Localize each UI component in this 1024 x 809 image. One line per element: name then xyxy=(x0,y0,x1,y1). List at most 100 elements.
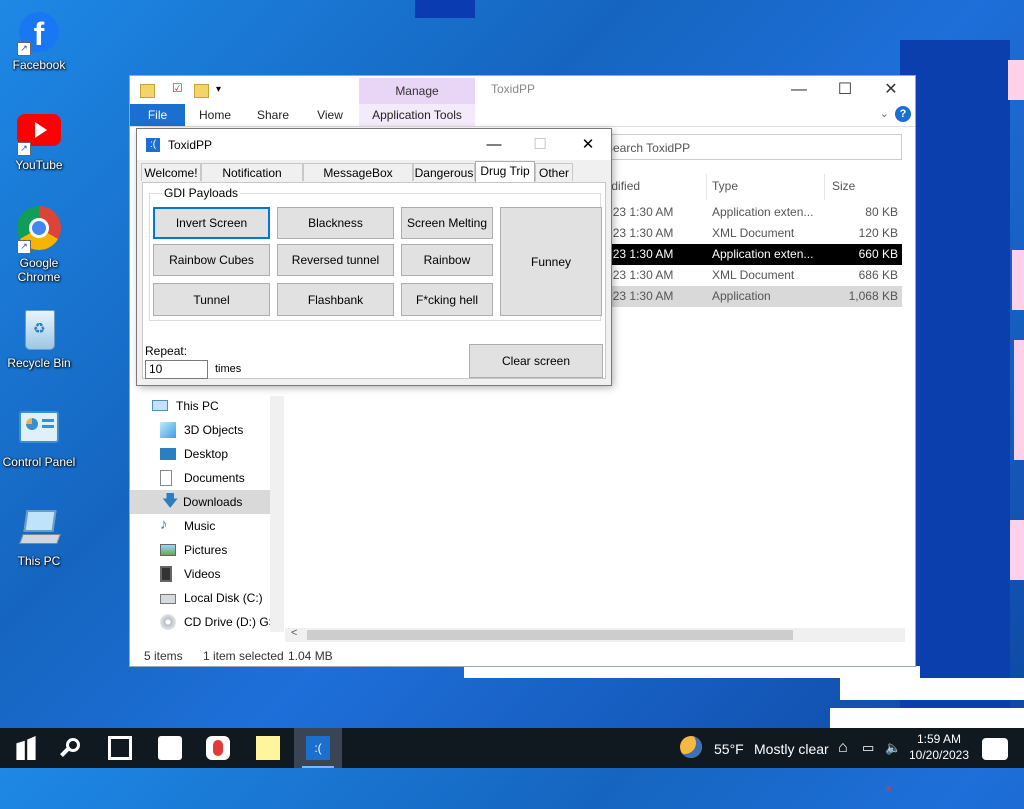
column-divider[interactable] xyxy=(706,174,707,200)
search-icon[interactable] xyxy=(60,736,84,760)
app-taskbar-icon[interactable] xyxy=(206,736,230,760)
music-icon: ♪ xyxy=(160,516,168,533)
tab-home[interactable]: Home xyxy=(190,104,240,126)
quick-access-toolbar: ☑ ▾ Manage ToxidPP — ☐ ✕ xyxy=(130,76,915,104)
desktop-icon-facebook[interactable]: f ↗ Facebook xyxy=(2,8,76,72)
desktop-icon-label: This PC xyxy=(17,554,61,568)
file-size: 80 KB xyxy=(865,205,898,219)
nav-item-music[interactable]: ♪ Music xyxy=(160,514,270,538)
file-type: XML Document xyxy=(712,268,795,282)
task-view-icon[interactable] xyxy=(108,736,132,760)
nav-item-3d-objects[interactable]: 3D Objects xyxy=(160,418,270,442)
manage-context-tab[interactable]: Manage xyxy=(359,78,475,104)
invert-screen-button[interactable]: Invert Screen xyxy=(153,207,270,239)
drive-icon xyxy=(160,594,176,604)
maximize-button[interactable]: ☐ xyxy=(517,129,563,160)
clear-screen-button[interactable]: Clear screen xyxy=(469,344,603,378)
nav-vertical-scrollbar[interactable] xyxy=(270,396,284,632)
sticky-notes-icon[interactable] xyxy=(256,736,280,760)
repeat-count-input[interactable]: 10 xyxy=(145,360,208,379)
nav-item-pictures[interactable]: Pictures xyxy=(160,538,270,562)
file-type: XML Document xyxy=(712,226,795,240)
column-header-size[interactable]: Size xyxy=(832,176,855,196)
collapse-ribbon-icon[interactable]: ⌄ xyxy=(880,107,889,120)
nav-item-downloads[interactable]: 🡇 Downloads xyxy=(130,490,270,514)
ribbon-tabs: File Home Share View Application Tools xyxy=(130,104,915,127)
file-row[interactable]: 10/20/2023 1:30 AM XML Document 686 KB xyxy=(566,265,902,286)
tab-file[interactable]: File xyxy=(130,104,185,126)
weather-widget[interactable]: 55°F Mostly clear xyxy=(676,728,830,768)
rainbow-cubes-button[interactable]: Rainbow Cubes xyxy=(153,244,270,276)
tab-notification-creator[interactable]: Notification Creator xyxy=(201,163,303,198)
file-row[interactable]: 10/20/2023 1:30 AM Application 1,068 KB xyxy=(566,286,902,307)
file-row[interactable]: 10/20/2023 1:30 AM Application exten... … xyxy=(566,202,902,223)
blackness-button[interactable]: Blackness xyxy=(277,207,394,239)
clock[interactable]: 1:59 AM 10/20/2023 xyxy=(906,728,972,768)
customize-qat-icon[interactable]: ▾ xyxy=(216,84,221,95)
glitch-artifact xyxy=(900,40,1010,730)
close-button[interactable]: ✕ xyxy=(868,76,914,104)
tab-welcome[interactable]: Welcome! xyxy=(141,163,201,181)
file-size: 686 KB xyxy=(858,268,898,282)
minimize-button[interactable]: — xyxy=(471,129,517,160)
file-row[interactable]: 10/20/2023 1:30 AM XML Document 120 KB xyxy=(566,223,902,244)
desktop-icon-youtube[interactable]: ↗ YouTube xyxy=(2,108,76,172)
youtube-icon: ↗ xyxy=(15,108,63,156)
tab-application-tools[interactable]: Application Tools xyxy=(359,104,475,126)
pictures-icon xyxy=(160,544,176,556)
nav-item-desktop[interactable]: Desktop xyxy=(160,442,270,466)
rainbow-button[interactable]: Rainbow xyxy=(401,244,493,276)
toxidpp-taskbar-button[interactable]: :( xyxy=(294,728,342,768)
sad-face-icon: :( xyxy=(306,736,330,760)
shortcut-arrow-icon: ↗ xyxy=(17,240,31,254)
maximize-button[interactable]: ☐ xyxy=(822,76,868,104)
desktop-icon-this-pc[interactable]: This PC xyxy=(2,504,76,568)
toxidpp-window: :( ToxidPP — ☐ ✕ Welcome! Notification C… xyxy=(137,129,611,385)
desktop-icon-recycle-bin[interactable]: ♻ Recycle Bin xyxy=(2,306,76,370)
horizontal-scrollbar[interactable]: < xyxy=(285,627,905,642)
file-row[interactable]: 10/20/2023 1:30 AM Application exten... … xyxy=(566,244,902,265)
glitch-artifact xyxy=(1014,340,1024,460)
desktop-icon-control-panel[interactable]: Control Panel xyxy=(2,405,76,469)
file-size: 1,068 KB xyxy=(848,289,898,303)
column-divider[interactable] xyxy=(824,174,825,200)
screen-melting-button[interactable]: Screen Melting xyxy=(401,207,493,239)
tab-share[interactable]: Share xyxy=(248,104,298,126)
toxidpp-title-bar[interactable]: :( ToxidPP — ☐ ✕ xyxy=(137,129,611,160)
scroll-left-icon[interactable]: < xyxy=(291,627,297,639)
properties-icon[interactable]: ☑ xyxy=(172,81,183,95)
tab-view[interactable]: View xyxy=(305,104,355,126)
search-input[interactable]: Search ToxidPP xyxy=(600,134,902,160)
show-hidden-icons[interactable]: ⌂ xyxy=(838,728,856,768)
close-button[interactable]: ✕ xyxy=(565,129,611,160)
nav-item-this-pc[interactable]: This PC xyxy=(152,394,270,418)
file-size: 660 KB xyxy=(858,247,898,261)
file-size: 120 KB xyxy=(858,226,898,240)
network-icon[interactable]: ▭ xyxy=(862,728,878,768)
reversed-tunnel-button[interactable]: Reversed tunnel xyxy=(277,244,394,276)
folder-icon[interactable] xyxy=(140,84,155,98)
desktop-icon-chrome[interactable]: ↗ Google Chrome xyxy=(2,206,76,284)
fcking-hell-button[interactable]: F*cking hell xyxy=(401,283,493,316)
start-icon[interactable] xyxy=(16,736,36,760)
funney-button[interactable]: Funney xyxy=(500,207,602,316)
new-folder-icon[interactable] xyxy=(194,84,209,98)
volume-muted-icon[interactable]: 🔈✕ xyxy=(885,728,903,794)
scrollbar-thumb[interactable] xyxy=(307,630,793,640)
nav-item-documents[interactable]: Documents xyxy=(160,466,270,490)
nav-item-videos[interactable]: Videos xyxy=(160,562,270,586)
nav-item-local-disk[interactable]: Local Disk (C:) xyxy=(160,586,270,610)
help-icon[interactable]: ? xyxy=(895,106,911,122)
column-header-type[interactable]: Type xyxy=(712,176,738,196)
nav-item-cd-drive[interactable]: CD Drive (D:) GS xyxy=(160,610,270,634)
tab-drug-trip[interactable]: Drug Trip xyxy=(475,161,535,182)
recycle-bin-icon: ♻ xyxy=(15,306,63,354)
tab-other[interactable]: Other xyxy=(535,163,573,181)
tab-messagebox-creator[interactable]: MessageBox Creator xyxy=(303,163,413,198)
file-explorer-taskbar-icon[interactable] xyxy=(158,736,182,760)
flashbank-button[interactable]: Flashbank xyxy=(277,283,394,316)
tunnel-button[interactable]: Tunnel xyxy=(153,283,270,316)
tab-dangerous[interactable]: Dangerous xyxy=(413,163,475,181)
minimize-button[interactable]: — xyxy=(776,76,822,104)
notification-center-icon[interactable] xyxy=(980,728,1010,768)
